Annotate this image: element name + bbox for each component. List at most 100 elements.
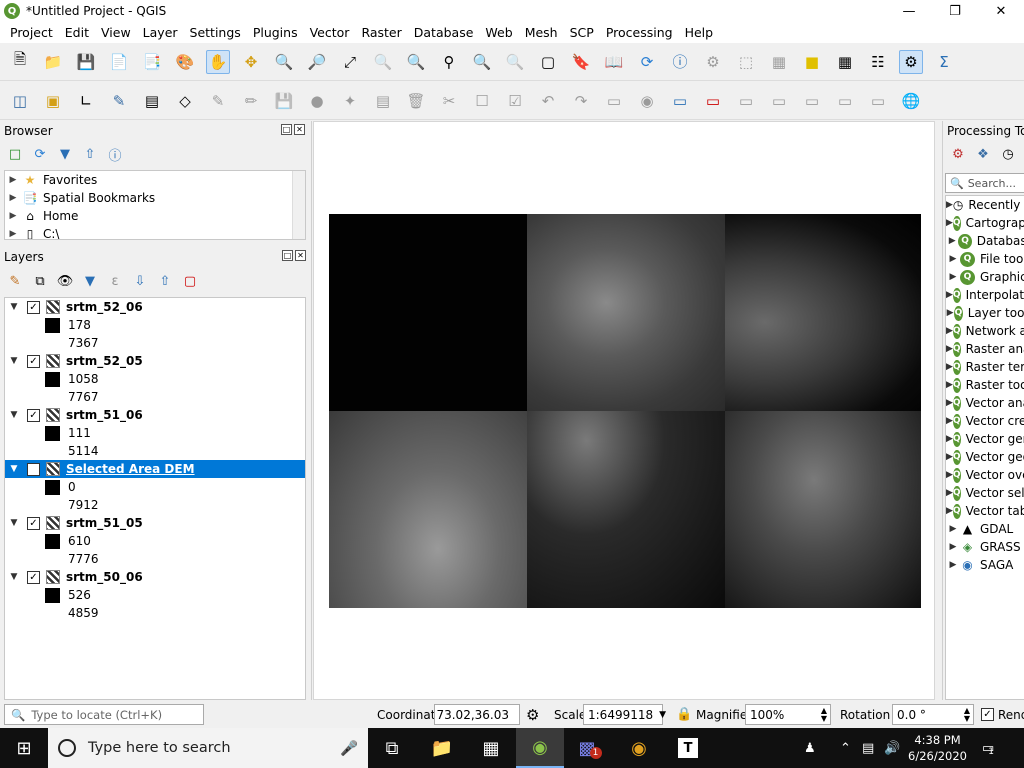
copy-features-icon[interactable]: ☐ bbox=[470, 89, 494, 113]
collapse-all-icon[interactable]: ⇧ bbox=[156, 272, 174, 290]
processing-toolbox-icon[interactable]: ⚙ bbox=[899, 49, 923, 74]
provider-vector-creation[interactable]: ▶QVector creation bbox=[946, 412, 1024, 430]
dem-raster-render[interactable] bbox=[329, 214, 921, 608]
close-panel-icon[interactable]: ✕ bbox=[295, 250, 306, 261]
layer-row[interactable]: ▼ ✓ srtm_50_06 bbox=[5, 568, 305, 586]
provider-vector-table[interactable]: ▶QVector table bbox=[946, 502, 1024, 520]
zoom-last-icon[interactable]: 🔍 bbox=[470, 50, 494, 74]
people-icon[interactable]: ♟ bbox=[804, 728, 816, 768]
pan-to-selection-icon[interactable]: ✥ bbox=[239, 50, 263, 74]
float-panel-icon[interactable]: □ bbox=[282, 250, 293, 261]
render-checkbox[interactable]: ✓ bbox=[981, 708, 994, 721]
provider-graphics[interactable]: ▶QGraphics bbox=[946, 268, 1024, 286]
select-features-icon[interactable]: ⬚ bbox=[734, 50, 758, 74]
provider-raster-analysis[interactable]: ▶QRaster analysis bbox=[946, 340, 1024, 358]
style-manager-icon[interactable]: 🎨 bbox=[173, 50, 197, 74]
float-panel-icon[interactable]: □ bbox=[281, 124, 292, 135]
provider-saga[interactable]: ▶ ◉ SAGA bbox=[946, 556, 1024, 574]
notification-center-icon[interactable]: ▭ 1 bbox=[982, 728, 994, 768]
history-icon[interactable]: ◷ bbox=[999, 145, 1017, 163]
zoom-full-icon[interactable]: ⤢ bbox=[338, 50, 362, 74]
layer-row-selected[interactable]: ▼ ✓ Selected Area DEM bbox=[5, 460, 305, 478]
volume-icon[interactable]: 🔊 bbox=[884, 728, 900, 768]
label-properties-icon[interactable]: ▭ bbox=[866, 89, 890, 113]
add-feature-icon[interactable]: ● bbox=[305, 89, 329, 113]
layer-visibility-checkbox[interactable]: ✓ bbox=[27, 516, 40, 530]
info-icon[interactable]: ⓘ bbox=[106, 145, 124, 164]
save-project-icon[interactable]: 💾 bbox=[74, 50, 98, 74]
provider-layer-tools[interactable]: ▶QLayer tools bbox=[946, 304, 1024, 322]
menu-view[interactable]: View bbox=[101, 25, 131, 40]
chrome-icon[interactable]: ◉ bbox=[615, 728, 663, 768]
menu-scp[interactable]: SCP bbox=[570, 25, 594, 40]
menu-edit[interactable]: Edit bbox=[65, 25, 89, 40]
paste-features-icon[interactable]: ☑ bbox=[503, 89, 527, 113]
add-group-icon[interactable]: ⧉ bbox=[31, 272, 49, 290]
vertex-tool-icon[interactable]: ◇ bbox=[173, 89, 197, 113]
lock-scale-icon[interactable]: 🔒 bbox=[676, 704, 692, 725]
provider-cartography[interactable]: ▶QCartography bbox=[946, 214, 1024, 232]
layer-row[interactable]: ▼ ✓ srtm_51_06 bbox=[5, 406, 305, 424]
layer-visibility-checkbox[interactable]: ✓ bbox=[27, 408, 40, 422]
typora-icon[interactable]: T bbox=[664, 728, 712, 768]
digitize-vertex-icon[interactable]: ∟ bbox=[74, 89, 98, 113]
maximize-button[interactable]: ❐ bbox=[932, 0, 978, 22]
field-calculator-icon[interactable]: ☷ bbox=[866, 50, 890, 74]
processing-search-input[interactable]: 🔍 Search... bbox=[945, 173, 1024, 193]
label-highlight-icon[interactable]: ▭ bbox=[701, 89, 725, 113]
provider-vector-analysis[interactable]: ▶QVector analysis bbox=[946, 394, 1024, 412]
open-project-icon[interactable]: 📁 bbox=[41, 50, 65, 74]
redo-icon[interactable]: ↷ bbox=[569, 89, 593, 113]
add-layer-icon[interactable]: ◫ bbox=[8, 89, 32, 113]
menu-web[interactable]: Web bbox=[485, 25, 512, 40]
coordinate-field[interactable]: 73.02,36.03 bbox=[434, 704, 520, 725]
provider-interpolation[interactable]: ▶QInterpolation bbox=[946, 286, 1024, 304]
zoom-out-icon[interactable]: 🔎 bbox=[305, 50, 329, 74]
delete-selected-icon[interactable]: 🗑 bbox=[404, 89, 428, 113]
label-show-icon[interactable]: ▭ bbox=[767, 89, 791, 113]
browser-scrollbar[interactable] bbox=[292, 171, 305, 239]
menu-database[interactable]: Database bbox=[414, 25, 474, 40]
identify-icon[interactable]: ⓘ bbox=[668, 50, 692, 74]
layout-manager-icon[interactable]: 📑 bbox=[140, 50, 164, 74]
style-layer-icon[interactable]: ✎ bbox=[6, 272, 24, 290]
layer-row[interactable]: ▼ ✓ srtm_52_06 bbox=[5, 298, 305, 316]
browser-item-drive-c[interactable]: ▶ ▯ C:\ bbox=[5, 225, 305, 239]
locator-search-input[interactable]: 🔍 Type to locate (Ctrl+K) bbox=[4, 704, 204, 725]
layer-visibility-checkbox[interactable]: ✓ bbox=[27, 570, 40, 584]
scale-combo[interactable]: 1:6499118 ▼ bbox=[583, 704, 666, 725]
expand-all-icon[interactable]: ⇩ bbox=[131, 272, 149, 290]
refresh-icon[interactable]: ⟳ bbox=[31, 145, 49, 163]
photo-app-icon[interactable]: ▦ bbox=[467, 728, 515, 768]
layer-visibility-checkbox[interactable]: ✓ bbox=[27, 354, 40, 368]
new-print-layout-icon[interactable]: 📄 bbox=[107, 50, 131, 74]
digitize-icon[interactable]: ✦ bbox=[338, 89, 362, 113]
remove-layer-icon[interactable]: ▢ bbox=[181, 272, 199, 290]
label-layer-icon[interactable]: ▭ bbox=[668, 89, 692, 113]
windows-start-icon[interactable]: ⊞ bbox=[0, 728, 48, 768]
gps-icon[interactable]: ▤ bbox=[140, 89, 164, 113]
manage-visibility-icon[interactable]: 👁 bbox=[56, 272, 74, 290]
menu-processing[interactable]: Processing bbox=[606, 25, 673, 40]
label-pin-icon[interactable]: ◉ bbox=[635, 89, 659, 113]
provider-vector-overlay[interactable]: ▶QVector overlay bbox=[946, 466, 1024, 484]
menu-mesh[interactable]: Mesh bbox=[525, 25, 558, 40]
filter-legend-icon[interactable]: ▼ bbox=[81, 272, 99, 290]
zoom-next-icon[interactable]: 🔍 bbox=[503, 50, 527, 74]
scp-icon[interactable]: 🌐 bbox=[899, 89, 923, 113]
browser-item-spatial-bookmarks[interactable]: ▶ 📑 Spatial Bookmarks bbox=[5, 189, 305, 207]
undo-icon[interactable]: ↶ bbox=[536, 89, 560, 113]
provider-grass[interactable]: ▶ ◈ GRASS bbox=[946, 538, 1024, 556]
task-view-icon[interactable]: ⧉ bbox=[368, 728, 416, 768]
add-raster-icon[interactable]: ▣ bbox=[41, 89, 65, 113]
pan-map-icon[interactable]: ✋ bbox=[206, 49, 230, 74]
menu-vector[interactable]: Vector bbox=[310, 25, 350, 40]
new-map-view-icon[interactable]: ▢ bbox=[536, 50, 560, 74]
rotation-spinbox[interactable]: 0.0 ° ▲ ▼ bbox=[892, 704, 974, 725]
edits-icon[interactable]: ✎ bbox=[206, 89, 230, 113]
models-icon[interactable]: ⚙ bbox=[949, 145, 967, 163]
menu-plugins[interactable]: Plugins bbox=[253, 25, 298, 40]
microphone-icon[interactable]: 🎤 bbox=[340, 740, 358, 757]
map-canvas[interactable] bbox=[313, 121, 935, 700]
python-icon[interactable]: ❖ bbox=[974, 145, 992, 163]
